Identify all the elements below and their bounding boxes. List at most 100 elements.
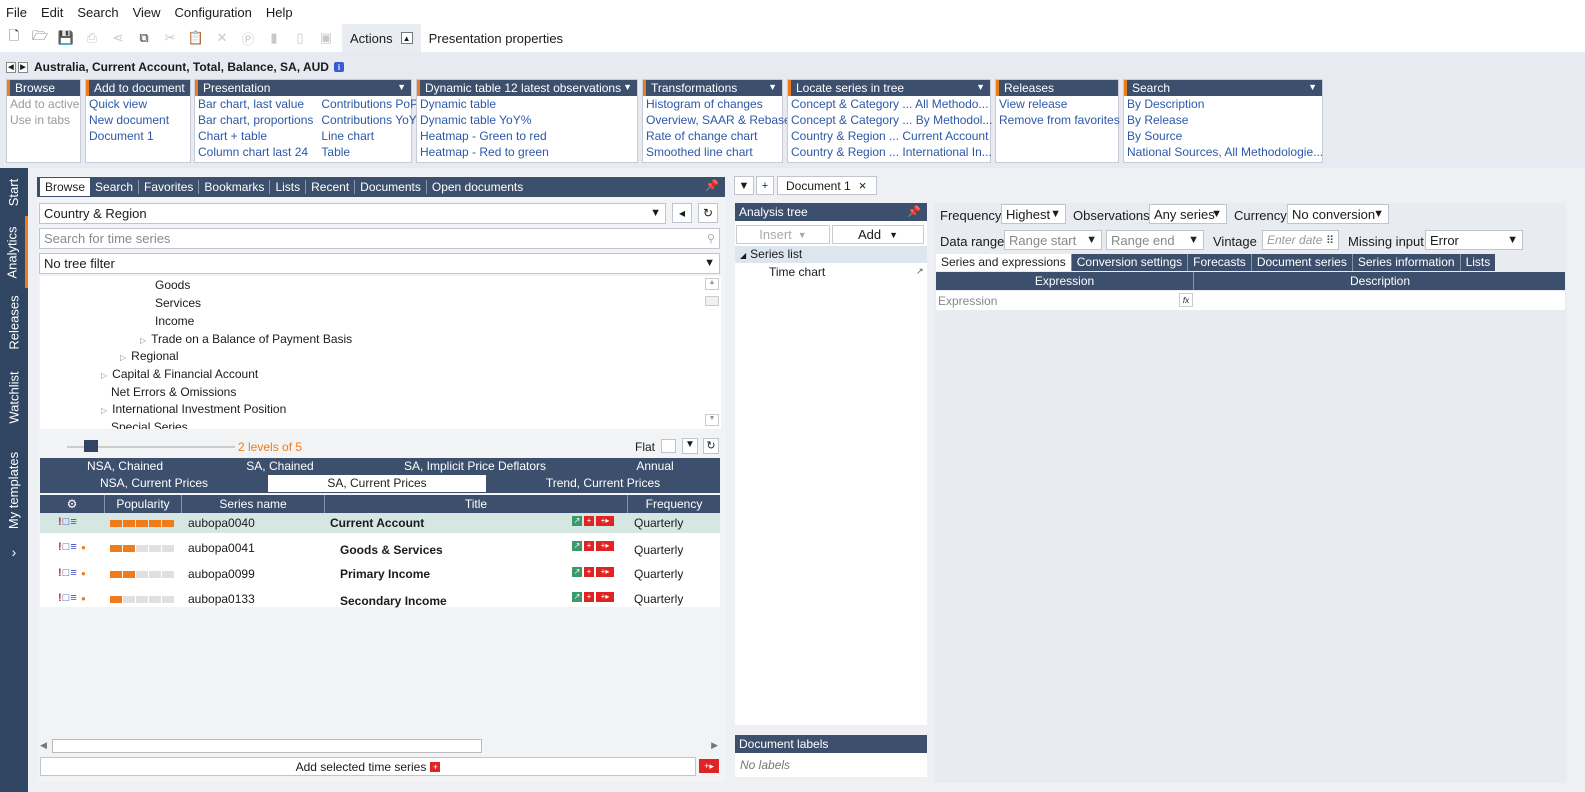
- add-icon[interactable]: +: [584, 592, 594, 602]
- filter-tab-sa-deflators[interactable]: SA, Implicit Price Deflators: [360, 458, 590, 475]
- browse-add-to-active[interactable]: Add to active: [10, 96, 79, 112]
- scroll-left-icon[interactable]: ◀: [40, 740, 47, 751]
- dropdown-icon[interactable]: ▼: [768, 82, 777, 92]
- chart-icon[interactable]: ↗: [572, 567, 582, 577]
- col-frequency[interactable]: Frequency: [628, 495, 720, 513]
- chevron-right-icon[interactable]: ›: [0, 540, 28, 564]
- nav-back-icon[interactable]: ◀: [6, 61, 16, 73]
- tree-node-series-list[interactable]: ◢ Series list: [735, 246, 927, 263]
- locate-item[interactable]: Country & Region ... International In...: [791, 144, 992, 160]
- hscroll-thumb[interactable]: [52, 739, 482, 753]
- tree-item[interactable]: Services: [155, 296, 201, 310]
- heatmap-red-green-link[interactable]: Heatmap - Red to green: [420, 144, 549, 160]
- table-link[interactable]: Table: [321, 144, 418, 160]
- heatmap-green-red-link[interactable]: Heatmap - Green to red: [420, 128, 549, 144]
- missing-input-select[interactable]: Error ▼: [1425, 230, 1523, 250]
- observations-select[interactable]: Any series ▼: [1149, 204, 1227, 224]
- ribbon-head-locate[interactable]: Locate series in tree ▼: [788, 80, 990, 96]
- dropdown-icon[interactable]: ▼: [397, 82, 406, 92]
- dropdown-icon[interactable]: ▼: [1308, 82, 1317, 92]
- tab-documents[interactable]: Documents: [355, 180, 427, 194]
- chevron-down-icon[interactable]: ▼: [1086, 234, 1097, 246]
- frequency-select[interactable]: Highest ▼: [1001, 204, 1066, 224]
- menu-help[interactable]: Help: [266, 5, 293, 20]
- scroll-down-icon[interactable]: ▼: [705, 414, 719, 426]
- menu-configuration[interactable]: Configuration: [175, 5, 252, 20]
- tab-forecasts[interactable]: Forecasts: [1188, 254, 1252, 271]
- doc-tab-document-1[interactable]: Document 1 ×: [777, 176, 877, 195]
- rate-of-change-link[interactable]: Rate of change chart: [646, 128, 791, 144]
- sidebar-tab-analytics[interactable]: Analytics: [0, 216, 28, 288]
- filter-tab-sa-chained[interactable]: SA, Chained: [205, 458, 355, 475]
- close-icon[interactable]: ×: [859, 178, 867, 193]
- by-source-link[interactable]: By Source: [1127, 128, 1323, 144]
- chart-icon[interactable]: ↗: [572, 516, 582, 526]
- tab-series-information[interactable]: Series information: [1353, 254, 1461, 271]
- search-input[interactable]: Search for time series ⚲: [39, 228, 720, 249]
- add-wide-icon[interactable]: +▸: [596, 541, 614, 551]
- sidebar-tab-start[interactable]: Start: [0, 168, 28, 216]
- locate-item[interactable]: Concept & Category ... By Methodol...: [791, 112, 992, 128]
- national-sources-link[interactable]: National Sources, All Methodologie...: [1127, 144, 1323, 160]
- contributions-pop-link[interactable]: Contributions PoP: [321, 96, 418, 112]
- new-document-link[interactable]: New document: [89, 112, 169, 128]
- table-row[interactable]: !□≡ ● aubopa0133 Secondary Income ↗ + +▸ Q…: [40, 589, 720, 609]
- tab-document-series[interactable]: Document series: [1252, 254, 1353, 271]
- tab-lists[interactable]: Lists: [1461, 254, 1496, 271]
- browse-use-in-tabs[interactable]: Use in tabs: [10, 112, 79, 128]
- vintage-input[interactable]: Enter date ⠿: [1262, 230, 1339, 250]
- expand-icon[interactable]: ▷: [101, 406, 107, 415]
- add-icon[interactable]: +: [584, 541, 594, 551]
- delete-icon[interactable]: ✕: [212, 28, 232, 48]
- dropdown-icon[interactable]: ▼: [976, 82, 985, 92]
- chart-table-link[interactable]: Chart + table: [198, 128, 313, 144]
- scroll-up-icon[interactable]: ▲: [705, 278, 719, 290]
- line-chart-link[interactable]: Line chart: [321, 128, 418, 144]
- calendar-icon[interactable]: ⠿: [1326, 234, 1334, 247]
- sidebar-tab-watchlist[interactable]: Watchlist: [0, 360, 28, 434]
- filter-tab-nsa-current[interactable]: NSA, Current Prices: [40, 475, 268, 492]
- filter-tab-trend-current[interactable]: Trend, Current Prices: [486, 475, 720, 492]
- paste-icon[interactable]: 📋: [186, 28, 206, 48]
- insert-button[interactable]: Insert ▼: [736, 225, 830, 244]
- sidebar-tab-releases[interactable]: Releases: [0, 290, 28, 354]
- by-release-link[interactable]: By Release: [1127, 112, 1323, 128]
- currency-select[interactable]: No conversion ▼: [1287, 204, 1389, 224]
- tree-filter-select[interactable]: No tree filter ▼: [39, 253, 720, 274]
- expression-input[interactable]: Expression: [938, 294, 997, 308]
- tab-search[interactable]: Search: [90, 180, 140, 194]
- open-folder-icon[interactable]: 🗁: [30, 28, 50, 48]
- col-series-name[interactable]: Series name: [182, 495, 325, 513]
- dynamic-table-link[interactable]: Dynamic table: [420, 96, 549, 112]
- menu-edit[interactable]: Edit: [41, 5, 63, 20]
- range-start-input[interactable]: Range start ▼: [1004, 230, 1102, 250]
- tab-actions[interactable]: Actions ▲: [342, 24, 421, 52]
- save-icon[interactable]: 💾: [56, 28, 76, 48]
- row-action-icons[interactable]: ↗ + +▸: [572, 516, 616, 526]
- tree-item[interactable]: ▷ Capital & Financial Account: [101, 367, 258, 381]
- new-icon[interactable]: 🗋: [4, 28, 24, 48]
- expand-icon[interactable]: ▷: [101, 371, 107, 380]
- share-icon[interactable]: ⋖: [108, 28, 128, 48]
- pin-icon[interactable]: 📌: [907, 205, 921, 218]
- by-description-link[interactable]: By Description: [1127, 96, 1323, 112]
- copy-icon[interactable]: ⧉: [134, 28, 154, 48]
- col-title[interactable]: Title: [325, 495, 628, 513]
- chart-icon[interactable]: ↗: [572, 592, 582, 602]
- add-wide-icon[interactable]: +▸: [596, 592, 614, 602]
- tree-item[interactable]: Special Series: [111, 420, 188, 429]
- expand-icon[interactable]: ▷: [120, 353, 126, 362]
- table-row[interactable]: !□≡ aubopa0040 Current Account ↗ + +▸ Quar…: [40, 513, 720, 533]
- mobile-icon[interactable]: ▯: [290, 28, 310, 48]
- collapse-up-icon[interactable]: ▲: [400, 32, 413, 44]
- menu-view[interactable]: View: [133, 5, 161, 20]
- flat-checkbox[interactable]: [661, 439, 676, 453]
- remove-favorites-link[interactable]: Remove from favorites: [999, 112, 1120, 128]
- fx-button[interactable]: fx: [1179, 293, 1193, 307]
- add-icon[interactable]: +: [584, 516, 594, 526]
- row-action-icons[interactable]: ↗ + +▸: [572, 567, 616, 577]
- open-external-icon[interactable]: ↗: [916, 266, 924, 277]
- tab-conversion-settings[interactable]: Conversion settings: [1072, 254, 1189, 271]
- tree-item[interactable]: Goods: [155, 278, 190, 292]
- add-button[interactable]: Add ▼: [832, 225, 924, 244]
